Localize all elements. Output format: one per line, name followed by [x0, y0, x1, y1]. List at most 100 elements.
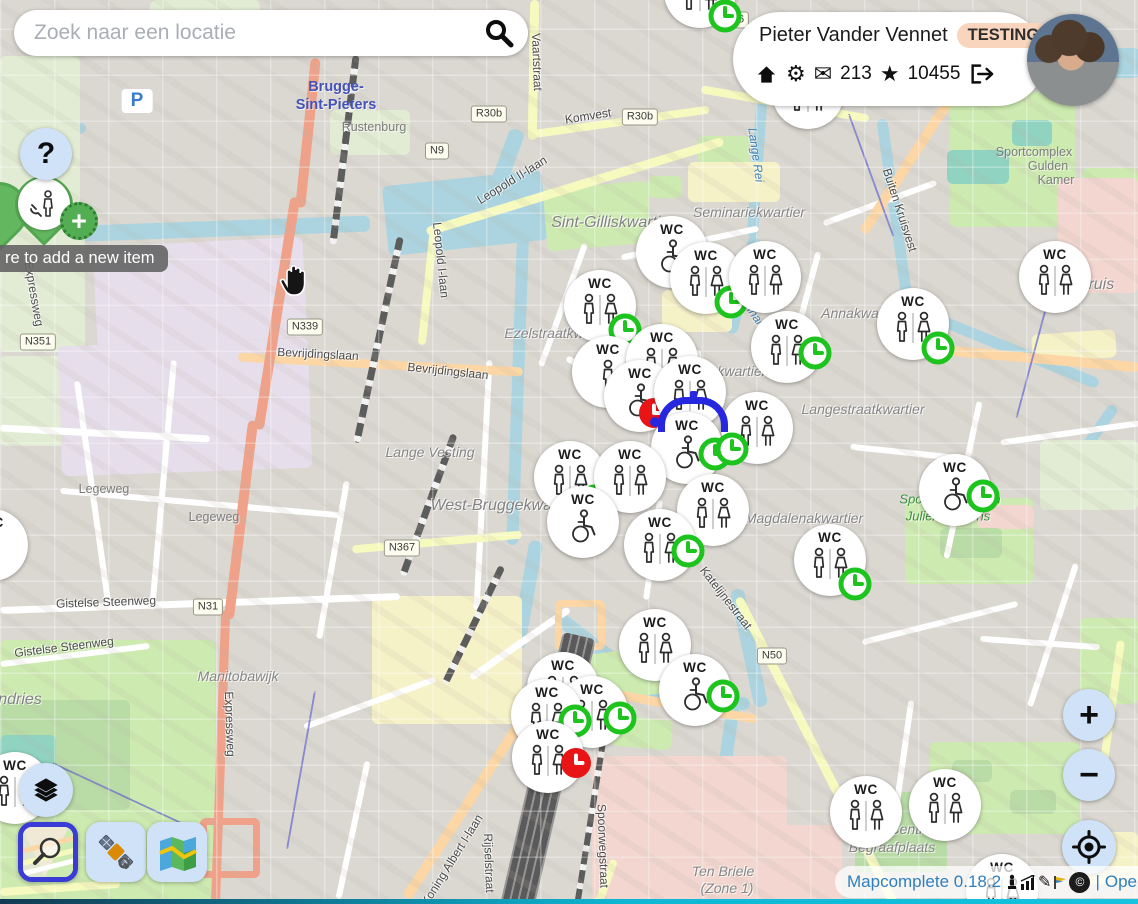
poi-marker-toilet[interactable]: WC — [624, 509, 696, 581]
user-panel[interactable]: Pieter Vander Vennet TESTING ⚙ ✉ 213 ★ 1… — [733, 12, 1045, 106]
background-map-button[interactable] — [147, 822, 207, 882]
poi-marker-toilet[interactable]: WC — [794, 524, 866, 596]
marker-label: WC — [701, 481, 725, 495]
poi-marker-toilet[interactable]: WC — [877, 288, 949, 360]
search-input[interactable] — [32, 20, 484, 46]
poi-marker-toilet[interactable]: WC — [1019, 241, 1091, 313]
open-hours-clock-icon — [838, 567, 872, 601]
marker-label: WC — [901, 295, 925, 309]
poi-marker-toilet[interactable]: WC — [751, 311, 823, 383]
marker-label: WC — [3, 759, 27, 773]
settings-gear-icon[interactable]: ⚙ — [786, 63, 806, 85]
minus-glyph: − — [1079, 756, 1099, 795]
messages-envelope-icon[interactable]: ✉ — [814, 63, 832, 85]
home-icon[interactable] — [755, 63, 778, 86]
marker-label: WC — [943, 461, 967, 475]
poi-marker-toilet[interactable]: WC — [909, 769, 981, 841]
clock-green-badge — [966, 478, 1000, 512]
zoom-in-button[interactable]: + — [1063, 689, 1115, 741]
avatar[interactable] — [1027, 14, 1119, 106]
marker-label: WC — [536, 728, 560, 742]
marker-label: WC — [1043, 248, 1067, 262]
toilets-mf-icon — [742, 263, 788, 299]
layers-button[interactable] — [19, 763, 73, 817]
messages-count: 213 — [840, 63, 872, 85]
background-satellite-button[interactable] — [86, 822, 146, 882]
zoom-out-button[interactable]: − — [1063, 749, 1115, 801]
poi-marker-toilet[interactable]: WC — [919, 454, 991, 526]
help-button[interactable]: ? — [20, 128, 72, 180]
marker-label: WC — [535, 686, 559, 700]
toilets-single-icon — [0, 531, 1, 567]
add-new-item-button[interactable]: + — [60, 202, 98, 240]
marker-label: WC — [648, 516, 672, 530]
flag-icon — [1053, 875, 1067, 890]
selected-highlight-dot — [650, 417, 660, 427]
clock-red-badge — [559, 745, 593, 779]
logout-icon[interactable] — [968, 62, 994, 86]
crosshair-icon — [1072, 830, 1106, 864]
poi-marker-toilet[interactable]: WC — [512, 721, 584, 793]
poi-marker-toilet[interactable]: WC — [547, 486, 619, 558]
osm-link[interactable]: OpenStreetMap — [1105, 872, 1138, 892]
changesets-star-icon[interactable]: ★ — [880, 63, 900, 85]
stats-icon — [1020, 875, 1036, 890]
marker-label: WC — [683, 661, 707, 675]
marker-label: WC — [745, 399, 769, 413]
clock-green-badge — [706, 678, 740, 712]
marker-label: WC — [571, 493, 595, 507]
marker-label: WC — [0, 516, 4, 530]
marker-label: WC — [678, 363, 702, 377]
open-hours-clock-icon — [603, 701, 637, 735]
closed-hours-clock-icon — [559, 746, 593, 780]
open-hours-clock-icon — [798, 336, 832, 370]
open-hours-clock-icon — [671, 534, 705, 568]
marker-label: WC — [650, 331, 674, 345]
attribution-icons: ✎ © — [1006, 872, 1090, 893]
marker-label: WC — [854, 783, 878, 797]
poi-marker-toilet[interactable]: WC — [830, 776, 902, 848]
poi-marker-toilet[interactable]: WC — [729, 241, 801, 313]
plus-glyph: + — [1079, 696, 1099, 735]
map-markers-layer: WC WC WC — [0, 0, 1138, 904]
statue-icon — [1006, 874, 1018, 890]
tooltip-text: re to add a new item — [5, 249, 155, 267]
marker-label: WC — [660, 223, 684, 237]
poi-marker-toilet[interactable]: WC — [564, 270, 636, 342]
separator: | — [1095, 872, 1099, 892]
poi-marker-toilet[interactable]: WC — [0, 509, 28, 581]
clock-green-badge — [603, 700, 637, 734]
layers-icon — [31, 775, 61, 805]
toilet-tools-icon — [27, 187, 61, 221]
wheelchair-icon — [565, 508, 601, 544]
marker-label: WC — [580, 683, 604, 697]
toilets-mf-icon — [690, 496, 736, 532]
open-hours-clock-icon — [706, 679, 740, 713]
attribution-bar[interactable]: Mapcomplete 0.18.2 ✎ © | OpenStreetMap — [835, 866, 1138, 898]
clock-green-badge — [798, 335, 832, 369]
world-map-icon — [156, 831, 198, 873]
app-version[interactable]: Mapcomplete 0.18.2 — [847, 872, 1001, 892]
poi-marker-toilet[interactable]: WC — [664, 0, 736, 28]
marker-label: WC — [588, 277, 612, 291]
marker-label: WC — [551, 659, 575, 673]
hand-cursor-icon — [279, 263, 309, 301]
toilets-mf-icon — [632, 631, 678, 667]
search-bar[interactable] — [14, 10, 528, 56]
poi-marker-toilet[interactable]: WC — [721, 392, 793, 464]
copyright-disc-icon[interactable]: © — [1069, 872, 1090, 893]
background-osm-button[interactable] — [18, 822, 78, 882]
bottom-accent-strip — [0, 899, 1138, 904]
changesets-count: 10455 — [908, 63, 961, 85]
open-hours-clock-icon — [715, 432, 749, 466]
user-name: Pieter Vander Vennet — [759, 24, 948, 47]
toilets-mf-icon — [607, 463, 653, 499]
search-icon[interactable] — [484, 18, 514, 48]
marker-label: WC — [558, 448, 582, 462]
marker-label: WC — [596, 343, 620, 357]
selected-highlight-arc — [658, 397, 728, 432]
marker-label: WC — [643, 616, 667, 630]
toilets-mf-icon — [1032, 263, 1078, 299]
open-hours-clock-icon — [708, 0, 742, 33]
poi-marker-toilet[interactable]: WC — [659, 654, 731, 726]
